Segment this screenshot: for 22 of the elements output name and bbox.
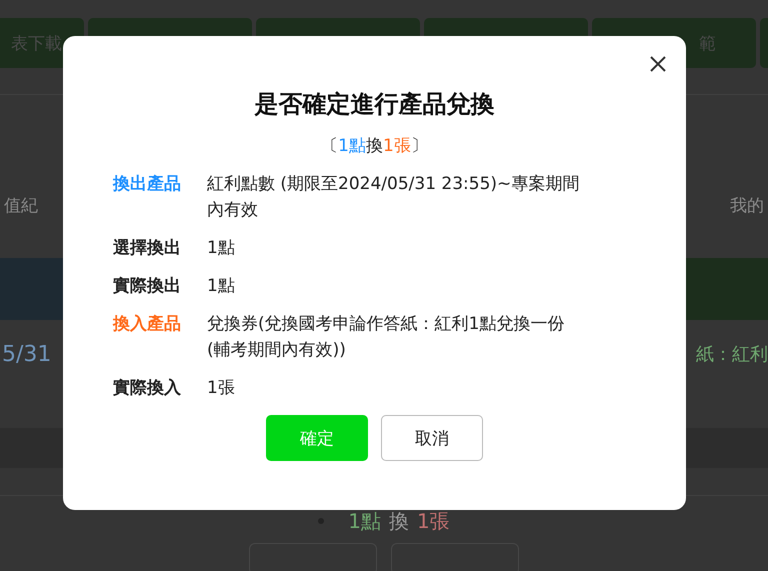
- points-text: 1點: [348, 508, 381, 534]
- field-label: 換出產品: [113, 173, 182, 196]
- close-icon[interactable]: [648, 54, 668, 74]
- exchange-ratio: 〔1點換1張〕: [321, 135, 428, 157]
- nav-link[interactable]: 我的: [730, 194, 764, 217]
- field-value: 1點: [207, 237, 236, 260]
- result-text: 1張: [417, 508, 450, 534]
- exchange-text: 換: [389, 508, 409, 534]
- field-value: 兌換券(兌換國考申論作答紙：紅利1點兌換一份(輔考期間內有效)): [207, 313, 566, 362]
- nav-link[interactable]: 值紀: [4, 194, 38, 217]
- product-text: 紙：紅利: [696, 343, 768, 366]
- field-value: 1張: [207, 377, 236, 400]
- field-label: 選擇換出: [113, 237, 182, 260]
- confirm-button[interactable]: 確定: [266, 415, 368, 461]
- cancel-button[interactable]: 取消: [381, 415, 483, 461]
- field-label: 實際換出: [113, 275, 182, 298]
- field-label: 換入產品: [113, 313, 182, 336]
- date-text: 5/31: [2, 342, 52, 366]
- field-label: 實際換入: [113, 377, 182, 400]
- field-value: 紅利點數 (期限至2024/05/31 23:55)~專案期間內有效: [207, 173, 580, 222]
- dialog-title: 是否確定進行產品兌換: [254, 89, 494, 120]
- field-value: 1點: [207, 275, 236, 298]
